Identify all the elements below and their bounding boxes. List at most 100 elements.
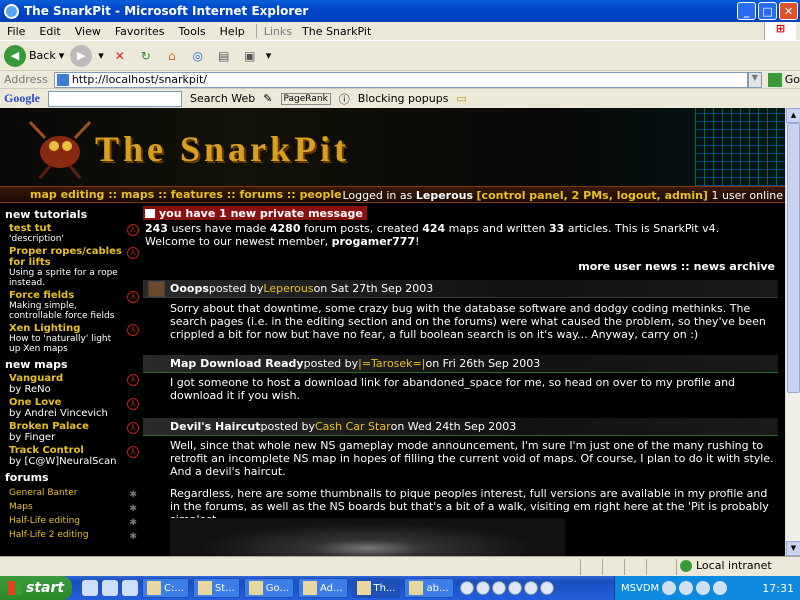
volume-icon[interactable] xyxy=(539,581,554,595)
clock[interactable]: 17:31 xyxy=(762,582,794,595)
menu-tools[interactable]: Tools xyxy=(172,25,213,38)
back-dropdown-icon[interactable]: ▾ xyxy=(59,49,65,62)
search-web-button[interactable]: Search Web xyxy=(190,92,255,105)
scroll-up-button[interactable]: ▲ xyxy=(786,108,800,123)
network-icon[interactable] xyxy=(662,581,677,595)
pause-icon[interactable] xyxy=(475,581,490,595)
forum-item[interactable]: General Banter ✱ xyxy=(0,486,143,500)
forward-dropdown-icon[interactable]: ▾ xyxy=(98,49,104,62)
more-news-link[interactable]: more user news xyxy=(578,260,677,273)
user-links[interactable]: [control panel, 2 PMs, logout, admin] xyxy=(477,189,708,202)
forum-name[interactable]: Maps xyxy=(9,502,33,512)
nav-features[interactable]: features xyxy=(171,188,223,201)
close-button[interactable]: ✕ xyxy=(779,2,798,20)
google-logo[interactable]: Google xyxy=(4,91,40,106)
post-author[interactable]: |=Tarosek=| xyxy=(358,357,425,370)
vertical-scrollbar[interactable]: ▲ ▼ xyxy=(785,108,800,556)
maximize-button[interactable]: □ xyxy=(758,2,777,20)
taskbar-item[interactable]: ab... xyxy=(404,578,454,598)
menu-file[interactable]: File xyxy=(0,25,32,38)
taskbar-item-active[interactable]: Th... xyxy=(351,578,401,598)
nav-people[interactable]: people xyxy=(300,188,342,201)
tutorial-item[interactable]: test tut'description' λ xyxy=(0,223,143,244)
rewind-icon[interactable] xyxy=(507,581,522,595)
media-button[interactable]: ◎ xyxy=(188,46,208,66)
desktop-quicklaunch-icon[interactable] xyxy=(122,580,138,596)
minimize-button[interactable]: _ xyxy=(737,2,756,20)
edit-dropdown-icon[interactable]: ▾ xyxy=(266,49,272,62)
stop-button[interactable]: ✕ xyxy=(110,46,130,66)
login-user[interactable]: Leperous xyxy=(416,189,473,202)
address-dropdown-icon[interactable]: ▼ xyxy=(747,71,762,88)
taskbar-item[interactable]: Ad... xyxy=(297,578,348,598)
nav-maps[interactable]: maps xyxy=(121,188,154,201)
shield-icon[interactable] xyxy=(679,581,694,595)
highlight-icon[interactable]: ✎ xyxy=(263,92,272,105)
start-label: start xyxy=(26,580,65,596)
address-input[interactable]: http://localhost/snarkpit/ xyxy=(53,71,748,88)
menu-view[interactable]: View xyxy=(68,25,108,38)
taskbar-item[interactable]: Go... xyxy=(243,578,294,598)
forum-item[interactable]: Half-Life 2 editing ✱ xyxy=(0,528,143,542)
forum-item[interactable]: Maps ✱ xyxy=(0,500,143,514)
site-banner[interactable]: The SnarkPit xyxy=(0,108,785,186)
map-title[interactable]: One Love xyxy=(9,397,123,408)
refresh-button[interactable]: ↻ xyxy=(136,46,156,66)
post-author[interactable]: Leperous xyxy=(263,282,313,295)
map-item[interactable]: Broken Palace by Finger λ xyxy=(0,421,143,443)
tutorial-title[interactable]: Xen Lighting xyxy=(9,323,123,334)
forum-name[interactable]: General Banter xyxy=(9,488,78,498)
tutorial-item[interactable]: Force fields Making simple, controllable … xyxy=(0,290,143,321)
scroll-thumb[interactable] xyxy=(787,123,800,393)
map-item[interactable]: One Love by Andrei Vincevich λ xyxy=(0,397,143,419)
tutorial-title[interactable]: Proper ropes/cables for lifts xyxy=(9,246,123,268)
tray-app-icon[interactable] xyxy=(696,581,711,595)
forum-item[interactable]: Half-Life editing ✱ xyxy=(0,514,143,528)
forward-icon[interactable] xyxy=(523,581,538,595)
forum-name[interactable]: Half-Life 2 editing xyxy=(9,530,89,540)
nav-map-editing[interactable]: map editing xyxy=(30,188,104,201)
nav-forums[interactable]: forums xyxy=(239,188,283,201)
welcome-suffix: ! xyxy=(415,235,420,248)
tutorial-item[interactable]: Xen Lighting How to 'naturally' light up … xyxy=(0,323,143,354)
news-archive-link[interactable]: news archive xyxy=(694,260,775,273)
info-icon[interactable]: ⓘ xyxy=(339,91,350,107)
popup-blocker-button[interactable]: Blocking popups xyxy=(358,92,449,105)
volume-icon[interactable] xyxy=(713,581,728,595)
map-thumbnail[interactable] xyxy=(170,518,565,556)
start-button[interactable]: start xyxy=(0,576,72,600)
scroll-down-button[interactable]: ▼ xyxy=(786,541,800,556)
print-button[interactable]: ▤ xyxy=(214,46,234,66)
map-title[interactable]: Vanguard xyxy=(9,373,123,384)
links-label[interactable]: Links xyxy=(261,25,295,38)
outlook-quicklaunch-icon[interactable] xyxy=(102,580,118,596)
links-item-snarkpit[interactable]: The SnarkPit xyxy=(295,25,378,38)
map-title[interactable]: Broken Palace xyxy=(9,421,123,432)
ie-quicklaunch-icon[interactable] xyxy=(82,580,98,596)
taskbar-item[interactable]: C:... xyxy=(142,578,189,598)
tutorial-item[interactable]: Proper ropes/cables for lifts Using a spr… xyxy=(0,246,143,288)
taskbar-item[interactable]: St... xyxy=(192,578,240,598)
stop-icon[interactable] xyxy=(491,581,506,595)
map-title[interactable]: Track Control xyxy=(9,445,123,456)
post-author[interactable]: Cash Car Star xyxy=(315,420,391,433)
tutorial-title[interactable]: Force fields xyxy=(9,290,123,301)
edit-button[interactable]: ▣ xyxy=(240,46,260,66)
map-item[interactable]: Track Control by [C@W]NeuralScan λ xyxy=(0,445,143,467)
tutorial-title[interactable]: test tut xyxy=(9,223,123,234)
google-search-input[interactable] xyxy=(48,90,182,107)
go-button[interactable]: Go xyxy=(767,72,800,87)
newest-member[interactable]: progamer777 xyxy=(332,235,415,248)
forum-name[interactable]: Half-Life editing xyxy=(9,516,80,526)
menu-favorites[interactable]: Favorites xyxy=(108,25,172,38)
prev-icon[interactable] xyxy=(459,581,474,595)
menu-help[interactable]: Help xyxy=(213,25,252,38)
map-item[interactable]: Vanguard by ReNo λ xyxy=(0,373,143,395)
home-button[interactable]: ⌂ xyxy=(162,46,182,66)
folder-icon[interactable]: ▭ xyxy=(456,92,466,105)
pm-notice[interactable]: you have 1 new private message xyxy=(143,206,367,220)
forward-button[interactable]: ▶ xyxy=(70,44,93,67)
menu-edit[interactable]: Edit xyxy=(32,25,67,38)
pagerank-indicator[interactable]: PageRank xyxy=(280,92,331,105)
back-button[interactable]: ◀ Back ▾ xyxy=(4,44,65,67)
